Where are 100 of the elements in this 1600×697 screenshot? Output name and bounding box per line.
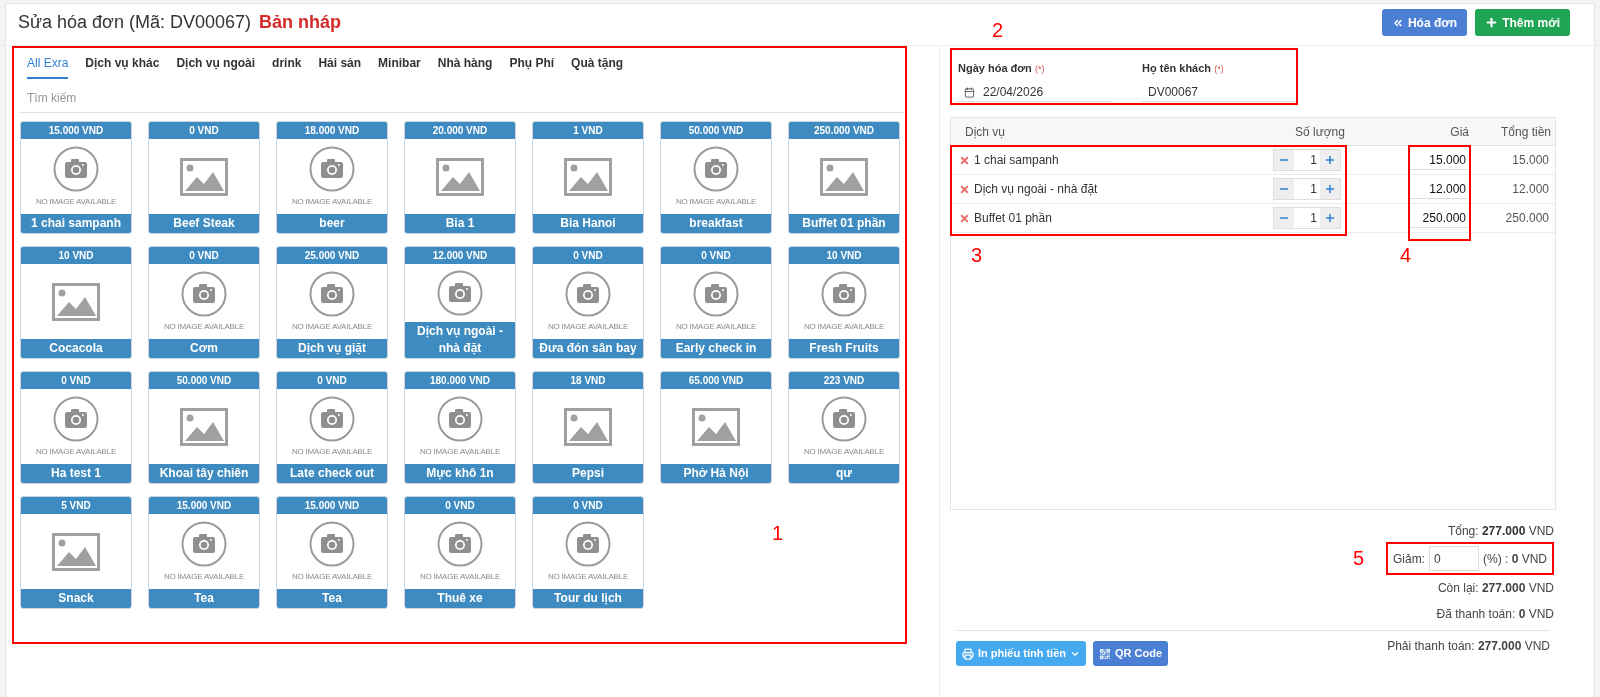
category-tab[interactable]: Minibar: [378, 54, 421, 79]
product-name: Đưa đón sân bay: [533, 339, 643, 358]
product-card[interactable]: 10 VND Cocacola: [20, 246, 132, 359]
category-tab[interactable]: Dịch vụ khác: [85, 54, 160, 79]
add-button[interactable]: Thêm mới: [1475, 9, 1570, 36]
price-label: 0 VND: [661, 247, 771, 264]
quantity-stepper[interactable]: 1: [1273, 178, 1341, 200]
category-tab[interactable]: All Exra: [27, 54, 69, 79]
product-card[interactable]: 223 VND NO IMAGE AVAILABLE qư: [788, 371, 900, 484]
product-card[interactable]: 1 VND Bia Hanoi: [532, 121, 644, 234]
price-field[interactable]: 12.000: [1407, 179, 1467, 199]
field-label: Họ tên khách (*): [1142, 61, 1225, 77]
product-name: Tea: [149, 589, 259, 608]
status-label: Bản nháp: [259, 11, 341, 34]
no-image-caption: NO IMAGE AVAILABLE: [803, 445, 885, 458]
price-field[interactable]: 250.000: [1407, 208, 1467, 228]
no-image-caption: NO IMAGE AVAILABLE: [547, 320, 629, 333]
product-card[interactable]: 0 VND Beef Steak: [148, 121, 260, 234]
product-card[interactable]: 5 VND Snack: [20, 496, 132, 609]
print-button[interactable]: In phiếu tính tiền: [956, 641, 1086, 666]
product-name: Fresh Fruits: [789, 339, 899, 358]
category-tab[interactable]: drink: [272, 54, 302, 79]
product-card[interactable]: 0 VND NO IMAGE AVAILABLE Cơm: [148, 246, 260, 359]
quantity-value: 1: [1309, 152, 1318, 169]
page-title: Sửa hóa đơn (Mã: DV00067): [18, 11, 251, 34]
price-label: 0 VND: [277, 372, 387, 389]
category-tab[interactable]: Quà tặng: [571, 54, 624, 79]
category-tab[interactable]: Nhà hàng: [437, 54, 493, 79]
product-card[interactable]: 50.000 VND Khoai tây chiên: [148, 371, 260, 484]
column-header: Giá: [1449, 123, 1469, 141]
price-field[interactable]: 15.000: [1407, 150, 1467, 170]
product-card[interactable]: 180.000 VND NO IMAGE AVAILABLE Mực khô 1n: [404, 371, 516, 484]
image-placeholder-icon: [52, 282, 100, 321]
quantity-value: 1: [1309, 181, 1318, 198]
discount-field[interactable]: 0: [1428, 546, 1479, 571]
annotation-number: 5: [1352, 548, 1365, 568]
no-image-caption: NO IMAGE AVAILABLE: [291, 570, 373, 583]
product-card[interactable]: 15.000 VND NO IMAGE AVAILABLE 1 chai sampanh: [20, 121, 132, 234]
discount-amount: (%) : 0 VND: [1482, 550, 1547, 568]
annotation-number: 1: [772, 523, 784, 543]
total-cell-text: 12.000: [1511, 181, 1550, 198]
product-card[interactable]: 10 VND NO IMAGE AVAILABLE Fresh Fruits: [788, 246, 900, 359]
product-card[interactable]: 0 VND NO IMAGE AVAILABLE Late check out: [276, 371, 388, 484]
text-field[interactable]: DV00067: [1142, 83, 1296, 102]
camera-icon: [309, 145, 355, 192]
total-text: Tổng: 277.000 VND: [1447, 523, 1554, 540]
product-card[interactable]: 18.000 VND NO IMAGE AVAILABLE beer: [276, 121, 388, 234]
product-name: qư: [789, 464, 899, 483]
category-tab[interactable]: Hải sản: [318, 54, 362, 79]
product-card[interactable]: 0 VND NO IMAGE AVAILABLE Ha test 1: [20, 371, 132, 484]
product-name: Early check in: [661, 339, 771, 358]
product-card[interactable]: 0 VND NO IMAGE AVAILABLE Tour du lịch: [532, 496, 644, 609]
product-name: 1 chai sampanh: [21, 214, 131, 233]
product-name: Tea: [277, 589, 387, 608]
product-name: Cơm: [149, 339, 259, 358]
annotation-number: 4: [1400, 245, 1412, 265]
product-card[interactable]: 0 VND NO IMAGE AVAILABLE Early check in: [660, 246, 772, 359]
service-name: Buffet 01 phần: [974, 210, 1052, 227]
no-image-caption: NO IMAGE AVAILABLE: [291, 445, 373, 458]
product-card[interactable]: 20.000 VND Bia 1: [404, 121, 516, 234]
product-card[interactable]: 25.000 VND NO IMAGE AVAILABLE Dịch vụ giặt: [276, 246, 388, 359]
price-label: 50.000 VND: [149, 372, 259, 389]
price-label: 0 VND: [405, 497, 515, 514]
category-tab[interactable]: Phụ Phí: [509, 54, 555, 79]
category-tab[interactable]: Dịch vụ ngoài: [176, 54, 256, 79]
camera-icon: [53, 395, 99, 442]
remove-icon[interactable]: [959, 154, 970, 166]
price-label: 10 VND: [21, 247, 131, 264]
remove-icon[interactable]: [959, 183, 970, 195]
product-name: Khoai tây chiên: [149, 464, 259, 483]
product-card[interactable]: 0 VND NO IMAGE AVAILABLE Đưa đón sân bay: [532, 246, 644, 359]
product-card[interactable]: 18 VND Pepsi: [532, 371, 644, 484]
qr-code-button[interactable]: QR Code: [1093, 641, 1169, 666]
product-card[interactable]: 12.000 VND Dịch vụ ngoài - nhà đặt: [404, 246, 516, 359]
price-label: 0 VND: [533, 497, 643, 514]
plus-icon: [1324, 212, 1336, 224]
quantity-stepper[interactable]: 1: [1273, 149, 1341, 171]
quantity-stepper[interactable]: 1: [1273, 207, 1341, 229]
camera-icon: [565, 520, 611, 567]
annotation-number: 2: [992, 20, 1004, 40]
product-name: Dịch vụ giặt: [277, 339, 387, 358]
price-label: 50.000 VND: [661, 122, 771, 139]
product-card[interactable]: 65.000 VND Phở Hà Nội: [660, 371, 772, 484]
product-card[interactable]: 15.000 VND NO IMAGE AVAILABLE Tea: [148, 496, 260, 609]
date-field[interactable]: 22/04/2026: [958, 83, 1112, 102]
product-card[interactable]: 0 VND NO IMAGE AVAILABLE Thuê xe: [404, 496, 516, 609]
camera-icon: [693, 145, 739, 192]
product-card[interactable]: 15.000 VND NO IMAGE AVAILABLE Tea: [276, 496, 388, 609]
search-field[interactable]: Tìm kiếm: [19, 83, 905, 113]
image-placeholder-icon: [52, 532, 100, 571]
no-image-caption: NO IMAGE AVAILABLE: [547, 570, 629, 583]
invoice-button[interactable]: Hóa đơn: [1381, 9, 1468, 36]
camera-icon: [181, 270, 227, 317]
price-label: 18.000 VND: [277, 122, 387, 139]
paid-text: Đã thanh toán: 0 VND: [1436, 606, 1554, 623]
camera-icon: [437, 395, 483, 442]
product-card[interactable]: 50.000 VND NO IMAGE AVAILABLE breakfast: [660, 121, 772, 234]
remove-icon[interactable]: [959, 212, 970, 224]
camera-icon: [309, 520, 355, 567]
product-card[interactable]: 250.000 VND Buffet 01 phần: [788, 121, 900, 234]
